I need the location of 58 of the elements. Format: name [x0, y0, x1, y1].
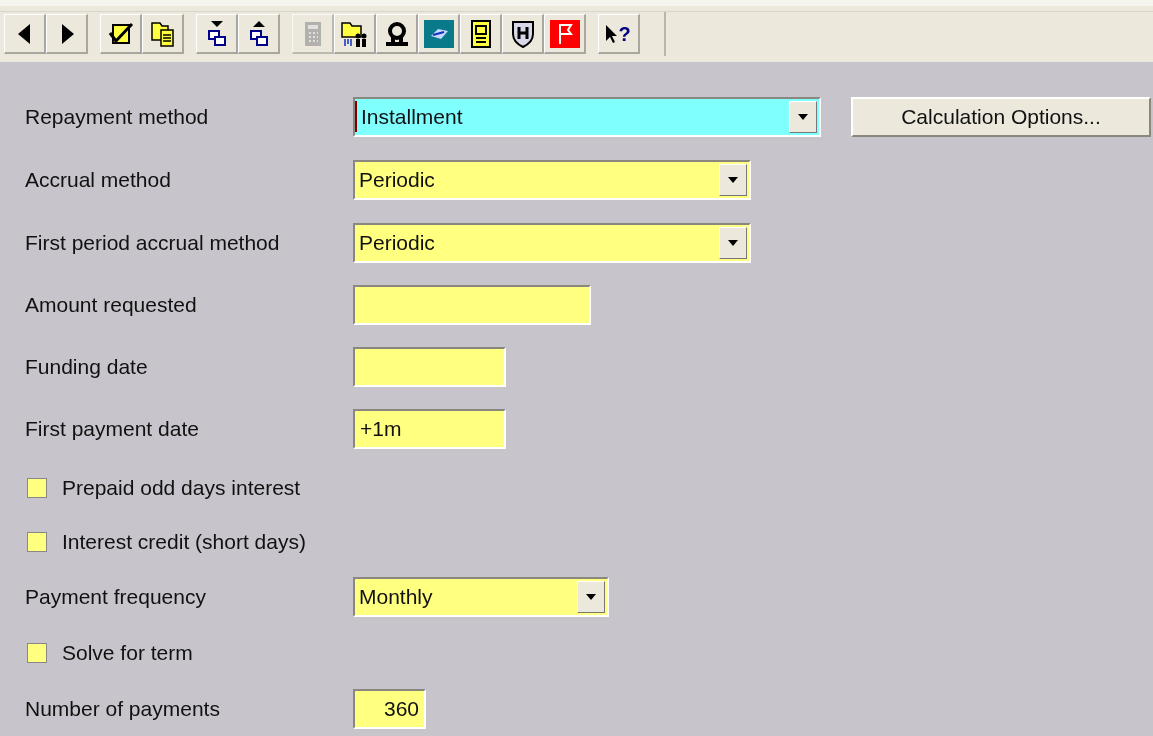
- dropdown-arrow-button[interactable]: [577, 580, 605, 613]
- toolbar-button[interactable]: [100, 14, 142, 54]
- dropdown-arrow-button[interactable]: [789, 100, 817, 133]
- toolbar-button[interactable]: [334, 14, 376, 54]
- dropdown-field[interactable]: Periodic: [353, 222, 751, 263]
- field-label: Accrual method: [25, 166, 172, 193]
- dropdown-field[interactable]: Monthly: [353, 576, 609, 617]
- field-label: First payment date: [25, 416, 200, 443]
- field-label: Repayment method: [25, 103, 210, 130]
- move-down-icon: [205, 19, 228, 48]
- folder-people-icon: [340, 19, 369, 48]
- left-arrow-icon: [17, 23, 32, 44]
- dropdown-field[interactable]: Installment: [353, 96, 821, 137]
- text-field[interactable]: 360: [353, 688, 426, 729]
- text-field[interactable]: +1m: [353, 409, 506, 449]
- dropdown-arrow-button[interactable]: [719, 163, 747, 196]
- text-field[interactable]: [353, 347, 506, 387]
- toolbar-button[interactable]: [502, 14, 544, 54]
- help-button[interactable]: ?: [598, 14, 640, 54]
- checkbox-label: Interest credit (short days): [62, 528, 306, 555]
- caret-icon: [798, 113, 808, 120]
- toolbar-button[interactable]: [196, 14, 238, 54]
- toolbar-button[interactable]: [376, 14, 418, 54]
- dropdown-value: Periodic: [358, 229, 435, 256]
- toolbar-button[interactable]: [46, 14, 88, 54]
- text-field[interactable]: [353, 285, 591, 325]
- dropdown-arrow-button[interactable]: [719, 226, 747, 259]
- notebook-icon: [469, 19, 492, 48]
- toolbar-button[interactable]: [142, 14, 184, 54]
- caret-icon: [586, 593, 596, 600]
- checkbox[interactable]: [27, 477, 47, 498]
- checkbox-label: Prepaid odd days interest: [62, 474, 301, 501]
- field-label: First period accrual method: [25, 229, 281, 256]
- toolbar-button[interactable]: [238, 14, 280, 54]
- dropdown-value: Monthly: [358, 583, 433, 610]
- checkbox[interactable]: [27, 531, 47, 552]
- flag-icon: [549, 19, 580, 48]
- toolbar-button[interactable]: [4, 14, 46, 54]
- shield-icon: [510, 19, 535, 48]
- field-label: Amount requested: [25, 292, 198, 319]
- tile-icon: [423, 19, 454, 48]
- folder-document-icon: [149, 19, 176, 48]
- checkbox[interactable]: [27, 643, 47, 663]
- pointer-icon: [606, 24, 619, 43]
- move-up-icon: [247, 19, 270, 48]
- checkbox-label: Solve for term: [62, 640, 193, 667]
- field-label: Funding date: [25, 354, 149, 381]
- dropdown-value: Installment: [355, 100, 463, 133]
- toolbar-button[interactable]: [460, 14, 502, 54]
- caret-icon: [728, 239, 738, 246]
- caret-icon: [728, 176, 738, 183]
- field-label: Number of payments: [25, 695, 221, 722]
- calculator-icon: [303, 20, 322, 47]
- field-label: Payment frequency: [25, 583, 207, 610]
- right-arrow-icon: [59, 23, 74, 44]
- dropdown-value: Periodic: [358, 166, 435, 193]
- calculation-options-button[interactable]: Calculation Options...: [851, 96, 1151, 137]
- dropdown-field[interactable]: Periodic: [353, 159, 751, 200]
